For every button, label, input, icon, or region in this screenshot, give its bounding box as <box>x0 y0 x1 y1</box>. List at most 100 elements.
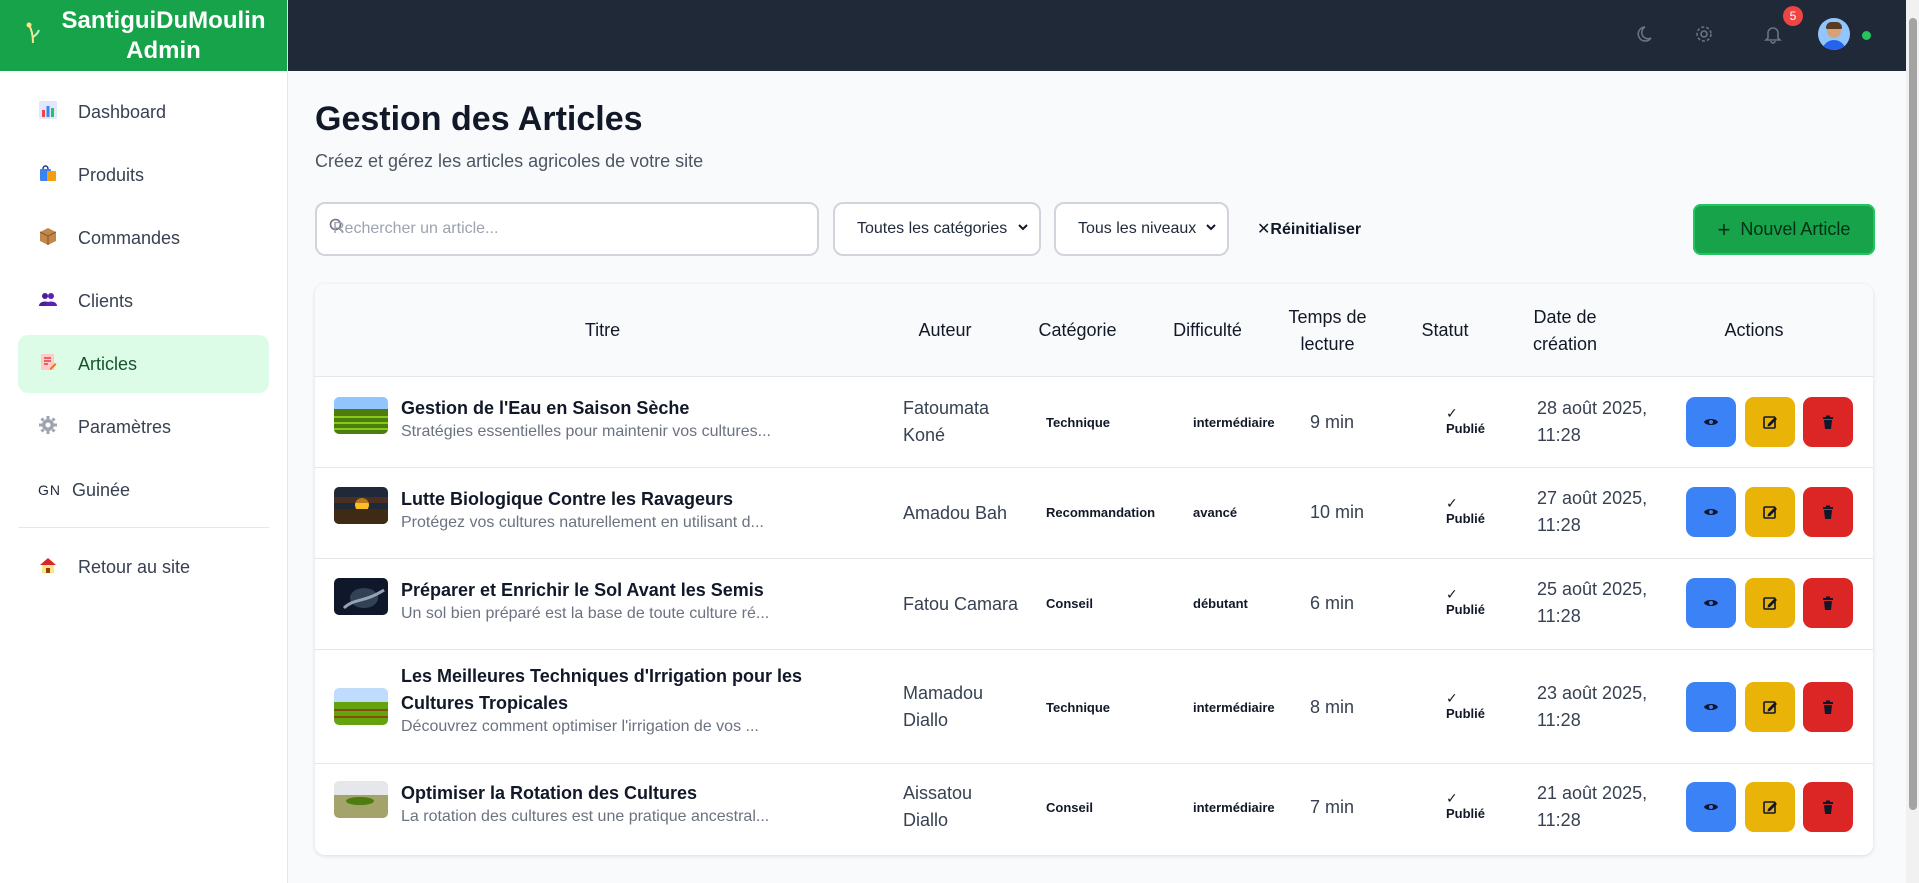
sidebar-item-produits[interactable]: Produits <box>18 146 269 204</box>
difficulty-cell: débutant <box>1193 596 1248 611</box>
status-cell: ✓ Publié <box>1446 405 1485 436</box>
reading-time-cell: 9 min <box>1310 412 1355 432</box>
reset-button[interactable]: ✕Réinitialiser <box>1257 219 1361 239</box>
scrollbar-thumb[interactable] <box>1909 18 1917 810</box>
eye-icon <box>1704 509 1718 515</box>
article-thumbnail <box>334 781 388 818</box>
category-select-value: Toutes les catégories <box>857 220 1008 237</box>
reading-time-cell: 8 min <box>1310 697 1355 717</box>
brand-header[interactable]: SantiguiDuMoulin Admin <box>0 0 287 71</box>
eye-icon <box>1704 704 1718 710</box>
check-icon: ✓ <box>1446 405 1458 421</box>
article-title[interactable]: Les Meilleures Techniques d'Irrigation p… <box>401 663 802 690</box>
topbar <box>288 0 1906 71</box>
category-select[interactable]: Toutes les catégories <box>833 202 1041 256</box>
delete-button[interactable] <box>1803 578 1853 628</box>
author-line2: Diallo <box>903 710 949 730</box>
difficulty-cell: intermédiaire <box>1193 415 1275 430</box>
package-icon <box>38 226 78 251</box>
th-created[interactable]: Date de création <box>1495 284 1635 377</box>
date-line1: 23 août 2025, <box>1537 683 1648 703</box>
sidebar-item-retour-site[interactable]: Retour au site <box>18 538 269 596</box>
view-button[interactable] <box>1686 682 1736 732</box>
bell-icon[interactable] <box>1761 24 1785 48</box>
sidebar-item-clients[interactable]: Clients <box>18 272 269 330</box>
th-status[interactable]: Statut <box>1395 284 1495 377</box>
date-line1: 28 août 2025, <box>1537 398 1648 418</box>
search-box[interactable] <box>315 202 819 256</box>
view-button[interactable] <box>1686 487 1736 537</box>
edit-button[interactable] <box>1745 682 1795 732</box>
date-cell: 21 août 2025, 11:28 <box>1537 780 1647 834</box>
delete-button[interactable] <box>1803 397 1853 447</box>
th-title[interactable]: Titre <box>315 284 890 377</box>
chevron-down-icon <box>1017 220 1029 236</box>
th-reading-time[interactable]: Temps de lecture <box>1260 284 1395 377</box>
sidebar-item-dashboard[interactable]: Dashboard <box>18 83 269 141</box>
difficulty-cell: avancé <box>1193 505 1238 520</box>
edit-button[interactable] <box>1745 578 1795 628</box>
article-title-line2[interactable]: Cultures Tropicales <box>401 690 568 717</box>
title-cell: Optimiser la Rotation des Cultures La ro… <box>401 780 769 827</box>
sidebar-item-articles[interactable]: Articles <box>18 335 269 393</box>
article-title[interactable]: Préparer et Enrichir le Sol Avant les Se… <box>401 577 764 604</box>
author-line1: Amadou Bah <box>903 503 1008 523</box>
edit-button[interactable] <box>1745 487 1795 537</box>
article-title[interactable]: Gestion de l'Eau en Saison Sèche <box>401 395 689 422</box>
sidebar-item-label: Articles <box>78 353 138 374</box>
edit-icon <box>1763 597 1777 610</box>
th-created-line2: création <box>1532 333 1598 354</box>
th-author[interactable]: Auteur <box>890 284 1000 377</box>
date-line2: 11:28 <box>1537 710 1581 730</box>
moon-icon[interactable] <box>1635 24 1659 48</box>
sidebar-item-commandes[interactable]: Commandes <box>18 209 269 267</box>
category-cell: Conseil <box>1046 596 1093 611</box>
sidebar-item-label: Commandes <box>78 227 181 248</box>
category-cell: Technique <box>1046 700 1111 715</box>
article-excerpt: Découvrez comment optimiser l'irrigation… <box>401 718 759 735</box>
article-excerpt: Un sol bien préparé est la base de toute… <box>401 605 770 622</box>
search-input[interactable] <box>333 204 813 254</box>
edit-icon <box>1763 416 1777 429</box>
th-reading-time-line1: Temps de <box>1288 306 1367 327</box>
view-button[interactable] <box>1686 397 1736 447</box>
status-cell: ✓ Publié <box>1446 495 1485 526</box>
avatar[interactable] <box>1818 18 1850 50</box>
table-header: Titre Auteur Catégorie Difficulté Temps … <box>315 284 1873 377</box>
page-scrollbar[interactable] <box>1906 0 1919 883</box>
edit-button[interactable] <box>1745 782 1795 832</box>
sidebar-item-parametres[interactable]: Paramètres <box>18 398 269 456</box>
level-select[interactable]: Tous les niveaux <box>1054 202 1229 256</box>
gear-icon[interactable] <box>1692 24 1716 48</box>
date-line1: 25 août 2025, <box>1537 579 1648 599</box>
delete-button[interactable] <box>1803 682 1853 732</box>
th-difficulty[interactable]: Difficulté <box>1155 284 1260 377</box>
articles-table: Titre Auteur Catégorie Difficulté Temps … <box>315 284 1873 855</box>
author-line1: Fatoumata <box>903 398 990 418</box>
check-icon: ✓ <box>1446 586 1458 602</box>
title-cell: Lutte Biologique Contre les Ravageurs Pr… <box>401 486 764 533</box>
sidebar-item-label: Guinée <box>72 479 131 500</box>
date-cell: 27 août 2025, 11:28 <box>1537 485 1647 539</box>
table-row: Les Meilleures Techniques d'Irrigation p… <box>315 650 1873 764</box>
edit-button[interactable] <box>1745 397 1795 447</box>
date-line1: 21 août 2025, <box>1537 783 1648 803</box>
date-cell: 25 août 2025, 11:28 <box>1537 576 1647 630</box>
delete-button[interactable] <box>1803 487 1853 537</box>
view-button[interactable] <box>1686 578 1736 628</box>
view-button[interactable] <box>1686 782 1736 832</box>
th-category[interactable]: Catégorie <box>1000 284 1155 377</box>
title-cell: Préparer et Enrichir le Sol Avant les Se… <box>401 577 769 624</box>
sidebar-item-guinee[interactable]: GN Guinée <box>18 461 269 519</box>
author-cell: Fatoumata Koné <box>903 395 989 449</box>
article-thumbnail <box>334 688 388 725</box>
article-title[interactable]: Optimiser la Rotation des Cultures <box>401 780 697 807</box>
category-cell: Conseil <box>1046 800 1093 815</box>
delete-button[interactable] <box>1803 782 1853 832</box>
avatar-hair <box>1826 22 1842 29</box>
difficulty-cell: intermédiaire <box>1193 800 1275 815</box>
brand-name-line1: SantiguiDuMoulin <box>61 6 266 34</box>
new-article-button[interactable]: + Nouvel Article <box>1693 204 1875 255</box>
reading-time-cell: 7 min <box>1310 797 1355 817</box>
article-title[interactable]: Lutte Biologique Contre les Ravageurs <box>401 486 733 513</box>
